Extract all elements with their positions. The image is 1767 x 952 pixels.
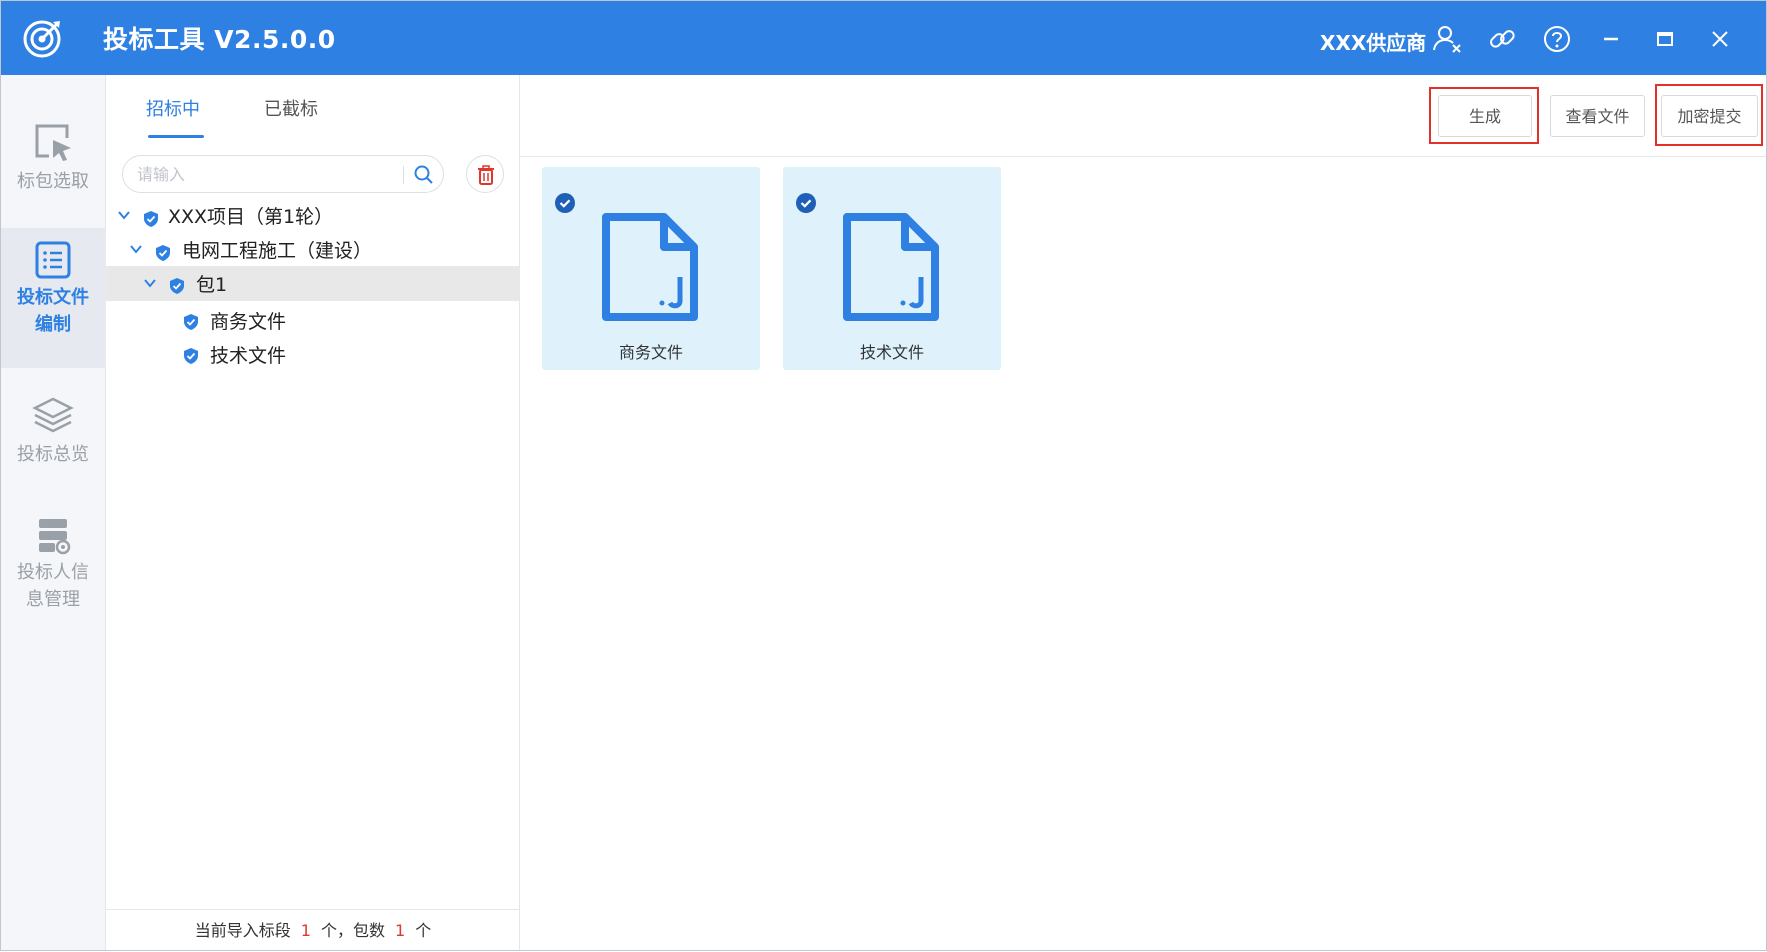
- project-tree-panel: 招标中 已截标 XXX项目（第1轮） 电网工程施工（建设） 包1 商: [106, 75, 520, 951]
- trash-icon: [478, 165, 494, 185]
- delete-button[interactable]: [466, 155, 504, 193]
- status-prefix: 当前导入标段: [194, 921, 291, 940]
- file-card-technical[interactable]: 技术文件: [783, 167, 1001, 370]
- shield-check-icon: [184, 314, 198, 330]
- shield-check-icon: [156, 245, 170, 261]
- supplier-name: XXX供应商: [1320, 31, 1427, 55]
- shield-check-icon: [184, 348, 198, 364]
- search-divider: [403, 166, 404, 184]
- checked-icon[interactable]: [554, 192, 576, 214]
- nav-item-bidder-info[interactable]: 投标人信息管理: [0, 515, 106, 613]
- help-icon[interactable]: [1542, 24, 1572, 54]
- section-count: 1: [300, 921, 311, 940]
- tab-bidding[interactable]: 招标中: [146, 95, 200, 121]
- app-title: 投标工具 V2.5.0.0: [103, 25, 336, 54]
- tree-node-label: XXX项目（第1轮）: [168, 206, 334, 228]
- minimize-icon[interactable]: [1596, 24, 1626, 54]
- close-icon[interactable]: [1705, 24, 1735, 54]
- user-switch-icon[interactable]: [1432, 24, 1462, 54]
- tree-node-package[interactable]: 包1: [106, 266, 520, 301]
- maximize-icon[interactable]: [1650, 24, 1680, 54]
- nav-label: 标包选取: [17, 171, 89, 192]
- document-icon: [843, 213, 939, 321]
- tree-node-project[interactable]: XXX项目（第1轮）: [106, 198, 520, 232]
- shield-check-icon: [170, 278, 184, 294]
- nav-label: 投标人信息管理: [17, 562, 89, 610]
- tab-closed[interactable]: 已截标: [264, 95, 318, 121]
- cursor-select-icon: [35, 124, 71, 161]
- tree-node-label: 包1: [196, 274, 228, 296]
- nav-item-bid-overview[interactable]: 投标总览: [0, 393, 106, 469]
- file-card-business[interactable]: 商务文件: [542, 167, 760, 370]
- layers-icon: [32, 397, 74, 433]
- file-name: 商务文件: [618, 343, 683, 362]
- nav-label: 投标总览: [17, 444, 89, 465]
- package-count: 1: [395, 921, 406, 940]
- chevron-down-icon[interactable]: [116, 207, 132, 223]
- document-icon: [602, 213, 698, 321]
- target-logo-icon: [22, 17, 64, 59]
- link-icon[interactable]: [1487, 24, 1517, 54]
- chevron-down-icon[interactable]: [128, 241, 144, 257]
- server-settings-icon: [39, 519, 71, 555]
- search-icon[interactable]: [413, 164, 435, 186]
- file-name: 技术文件: [859, 343, 924, 362]
- tree-node-section[interactable]: 电网工程施工（建设）: [106, 232, 520, 266]
- action-toolbar: 生成 查看文件 加密提交: [520, 75, 1767, 157]
- title-bar: 投标工具 V2.5.0.0 XXX供应商: [0, 0, 1767, 75]
- generate-button[interactable]: 生成: [1438, 95, 1532, 137]
- status-middle: 个，包数: [320, 921, 385, 940]
- shield-check-icon: [144, 211, 158, 227]
- nav-item-bid-document[interactable]: 投标文件编制: [0, 228, 106, 368]
- main-content: 生成 查看文件 加密提交 商务文件 技术文件: [520, 75, 1767, 951]
- tree-node-label: 电网工程施工（建设）: [182, 240, 373, 262]
- checked-icon[interactable]: [795, 192, 817, 214]
- nav-label: 投标文件编制: [17, 287, 89, 335]
- status-suffix: 个: [415, 921, 432, 940]
- search-input[interactable]: [135, 162, 385, 186]
- tab-underline: [148, 135, 204, 138]
- nav-item-package-select[interactable]: 标包选取: [0, 120, 106, 196]
- encrypt-submit-button[interactable]: 加密提交: [1661, 95, 1758, 137]
- document-list-icon: [35, 241, 71, 279]
- import-status-bar: 当前导入标段 1 个，包数 1 个: [106, 909, 520, 951]
- tree-node-label: 技术文件: [210, 345, 287, 367]
- tree-node-technical-file[interactable]: 技术文件: [106, 337, 520, 371]
- tree-node-business-file[interactable]: 商务文件: [106, 303, 520, 337]
- search-box: [122, 155, 444, 193]
- tree-node-label: 商务文件: [210, 311, 287, 333]
- left-navigation: 标包选取 投标文件编制 投标总览 投标人信息管理: [0, 75, 106, 951]
- chevron-down-icon[interactable]: [142, 275, 158, 291]
- view-files-button[interactable]: 查看文件: [1550, 95, 1645, 137]
